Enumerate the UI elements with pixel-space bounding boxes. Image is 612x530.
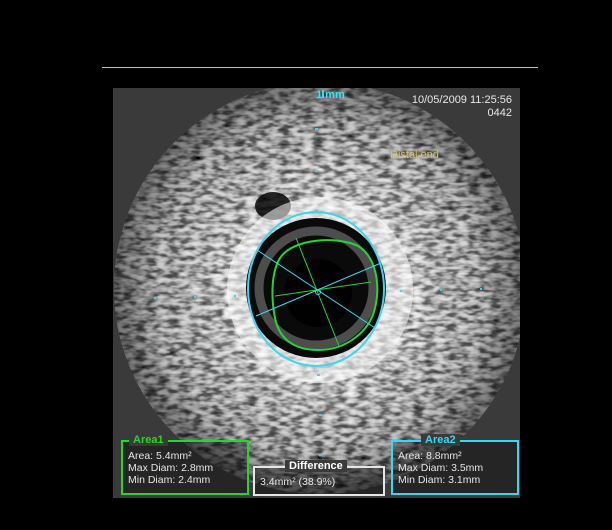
region-label: Distal end <box>390 149 439 161</box>
frame-number: 0442 <box>487 107 512 119</box>
area2-max-diam: Max Diam: 3.5mm <box>398 462 484 474</box>
area1-area: Area: 5.4mm² <box>128 450 192 462</box>
area2-min-diam: Min Diam: 3.1mm <box>398 474 481 486</box>
ivus-image-viewer[interactable]: 1 mm 10/05/2009 11:25:56 0442 Distal end… <box>113 88 520 498</box>
difference-title: Difference <box>285 460 347 472</box>
timestamp: 10/05/2009 11:25:56 0442 <box>412 94 512 120</box>
area1-title: Area1 <box>129 434 168 446</box>
area1-max-diam: Max Diam: 2.8mm <box>128 462 214 474</box>
header-divider <box>102 67 538 68</box>
area1-measurement-box: Area1 Area: 5.4mm² Max Diam: 2.8mm Min D… <box>121 434 249 495</box>
area2-area: Area: 8.8mm² <box>398 450 462 462</box>
area2-measurement-box: Area2 Area: 8.8mm² Max Diam: 3.5mm Min D… <box>391 434 519 495</box>
difference-value: 3.4mm² (38.9%) <box>260 476 336 488</box>
date-time: 10/05/2009 11:25:56 <box>411 94 512 106</box>
area2-title: Area2 <box>421 434 460 446</box>
scale-label: 1 mm <box>316 89 345 101</box>
area1-min-diam: Min Diam: 2.4mm <box>128 474 211 486</box>
difference-box: Difference 3.4mm² (38.9%) <box>253 460 385 496</box>
